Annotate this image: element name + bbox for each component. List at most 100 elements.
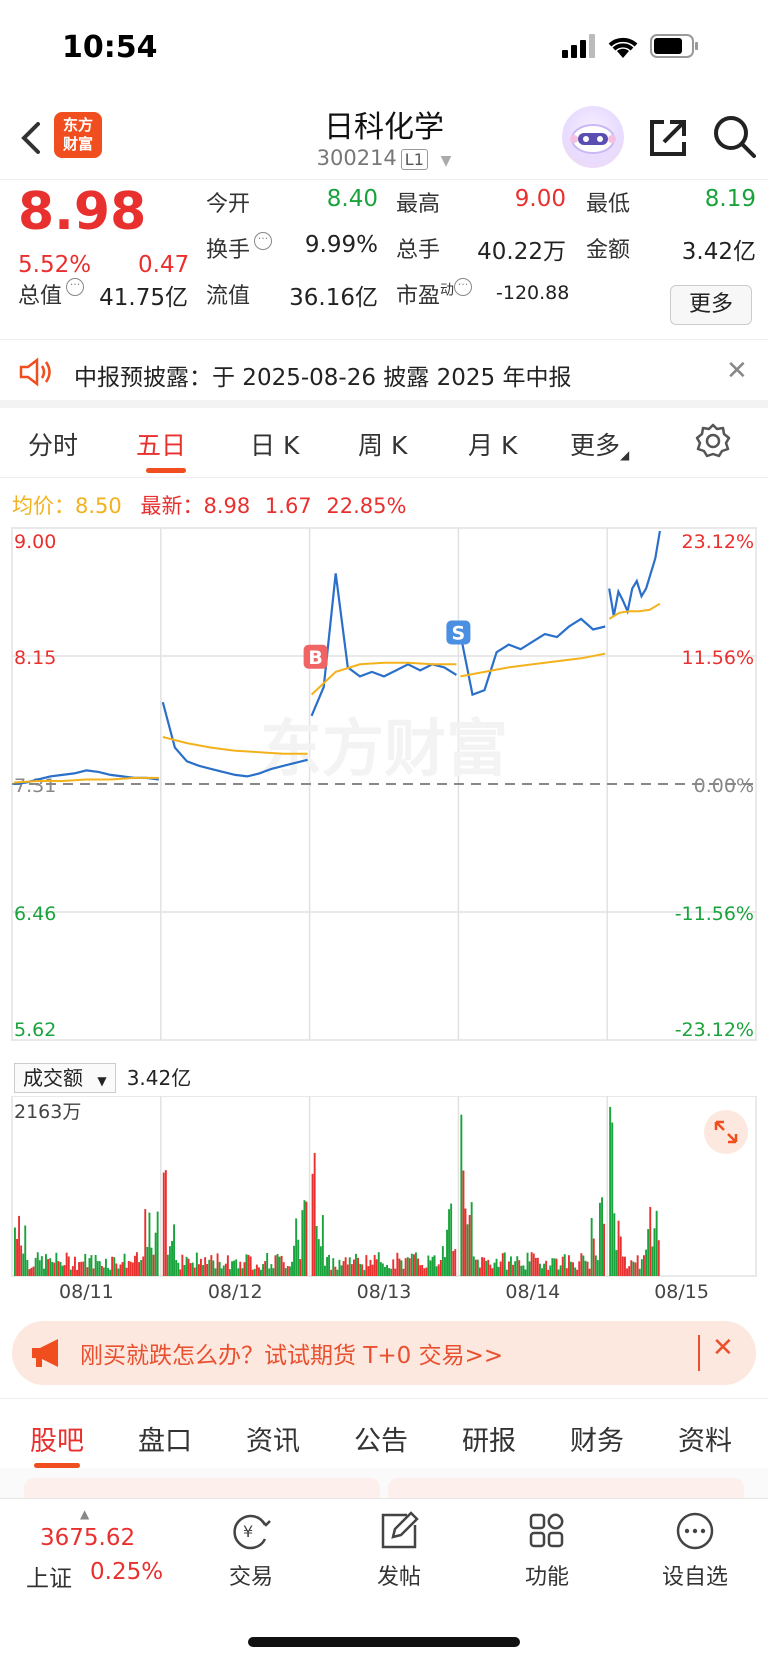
tab-announcements[interactable]: 公告 xyxy=(354,1419,408,1458)
volume-bar xyxy=(272,1268,275,1276)
volume-bar xyxy=(574,1267,577,1276)
volume-bar xyxy=(444,1257,446,1276)
nav-add-watchlist[interactable]: 设自选 xyxy=(640,1511,750,1591)
volume-bar xyxy=(28,1269,31,1276)
more-quote-button[interactable]: 更多 xyxy=(670,285,752,325)
promo-banner[interactable]: 刚买就跌怎么办？试试期货 T+0 交易>> ✕ xyxy=(12,1321,756,1385)
volume-bar xyxy=(476,1259,479,1276)
volume-bar xyxy=(601,1197,603,1276)
volume-bar xyxy=(212,1260,215,1276)
volume-bar xyxy=(96,1261,99,1276)
volume-bar xyxy=(474,1259,477,1276)
volume-bar xyxy=(386,1265,388,1276)
volume-bar xyxy=(423,1268,426,1276)
volume-bar xyxy=(485,1260,488,1276)
volume-bar xyxy=(142,1256,145,1276)
settings-gear-icon[interactable] xyxy=(694,422,732,460)
share-icon[interactable] xyxy=(644,114,692,162)
volume-bar xyxy=(233,1260,235,1276)
volume-bar xyxy=(156,1211,159,1276)
volume-bar xyxy=(55,1252,58,1276)
volume-bar xyxy=(134,1255,136,1276)
volume-bar xyxy=(534,1257,537,1276)
volume-bar xyxy=(45,1254,47,1276)
nav-functions[interactable]: 功能 xyxy=(492,1511,602,1591)
close-icon[interactable]: ✕ xyxy=(712,1333,734,1363)
volume-bar xyxy=(20,1245,23,1276)
volume-bar xyxy=(40,1256,43,1276)
volume-bar xyxy=(286,1266,289,1276)
volume-bar xyxy=(615,1250,618,1276)
chart-legend: 均价：8.50 最新：8.98 1.67 22.85% xyxy=(12,490,406,520)
volume-bar xyxy=(71,1266,74,1276)
volume-bar xyxy=(74,1256,76,1276)
volume-bar xyxy=(61,1265,64,1276)
y-tick-label-left: 6.46 xyxy=(14,903,56,925)
volume-bar xyxy=(218,1261,221,1276)
volume-bar xyxy=(450,1203,453,1276)
tab-order-book[interactable]: 盘口 xyxy=(138,1419,192,1458)
volume-bar xyxy=(136,1252,138,1276)
volume-bar xyxy=(541,1268,543,1276)
volume-bar xyxy=(653,1228,656,1276)
x-tick-label: 08/15 xyxy=(654,1281,709,1303)
notice-bar[interactable]: 中报预披露：于 2025-08-26 披露 2025 年中报 ✕ xyxy=(0,340,768,408)
edit-icon xyxy=(381,1511,419,1549)
volume-type-select[interactable]: 成交额 ▼ xyxy=(14,1063,116,1093)
info-icon[interactable]: ··· xyxy=(454,278,473,296)
volume-bar xyxy=(125,1267,128,1276)
tab-intraday[interactable]: 分时 xyxy=(28,426,78,462)
index-name[interactable]: 上证 xyxy=(26,1559,72,1593)
pe-value: -120.88 xyxy=(496,282,570,304)
volume-bar xyxy=(373,1255,376,1276)
tab-more[interactable]: 更多◢ xyxy=(570,426,629,462)
quote-panel: 8.98 5.52% 0.47 今开 8.40 最高 9.00 最低 8.19 … xyxy=(0,182,768,340)
index-value[interactable]: 3675.62 xyxy=(40,1525,135,1551)
volume-bar xyxy=(94,1255,97,1276)
volume-bar xyxy=(651,1246,654,1276)
five-day-price-chart[interactable]: 东方财富 9.00 23.12% 8.15 11.56% 7.31 0.00% 6.46 -11… xyxy=(0,520,768,1060)
sell-marker: S xyxy=(446,620,471,645)
y-tick-label-right: 11.56% xyxy=(682,647,754,669)
volume-bar xyxy=(86,1267,89,1276)
tab-five-day[interactable]: 五日 xyxy=(136,426,186,462)
speaker-icon xyxy=(19,357,51,387)
volume-bar xyxy=(657,1240,660,1276)
volume-bar xyxy=(235,1259,238,1276)
info-icon[interactable]: ··· xyxy=(254,232,273,250)
amount-label: 金额 xyxy=(586,238,631,263)
chart-tabs: 分时 五日 日 K 周 K 月 K 更多◢ xyxy=(0,408,768,478)
search-icon[interactable] xyxy=(710,112,760,162)
y-tick-label-left: 8.15 xyxy=(14,647,56,669)
nav-post[interactable]: 发帖 xyxy=(344,1511,454,1591)
volume-bar xyxy=(113,1257,116,1276)
expand-icon[interactable] xyxy=(704,1110,748,1154)
tab-news[interactable]: 资讯 xyxy=(246,1419,300,1458)
tab-guba[interactable]: 股吧 xyxy=(30,1419,84,1458)
tab-weekly-k[interactable]: 周 K xyxy=(358,426,407,462)
volume-bar xyxy=(553,1258,556,1276)
tab-daily-k[interactable]: 日 K xyxy=(250,426,299,462)
volume-bar xyxy=(284,1268,287,1276)
volume-bar xyxy=(439,1260,442,1276)
tab-profile[interactable]: 资料 xyxy=(678,1419,732,1458)
float-cap-label: 流值 xyxy=(206,284,251,309)
volume-bar xyxy=(166,1254,169,1276)
avg-price-line xyxy=(460,652,606,678)
tab-finance[interactable]: 财务 xyxy=(570,1419,624,1458)
marker-label: S xyxy=(452,623,466,645)
info-icon[interactable]: ··· xyxy=(66,278,85,296)
volume-bar xyxy=(638,1268,641,1276)
tab-research[interactable]: 研报 xyxy=(462,1419,516,1458)
volume-chart[interactable]: 2163万 08/11 08/12 08/13 08/14 08/15 xyxy=(0,1096,768,1306)
index-percent[interactable]: 0.25% xyxy=(90,1559,163,1585)
volume-bar xyxy=(84,1253,87,1276)
volume-bar xyxy=(568,1255,570,1276)
volume-bar xyxy=(80,1261,83,1276)
close-icon[interactable]: ✕ xyxy=(726,356,748,386)
volume-bar xyxy=(154,1232,157,1276)
nav-trade[interactable]: ¥ 交易 xyxy=(196,1511,306,1591)
tab-monthly-k[interactable]: 月 K xyxy=(468,426,517,462)
assistant-robot-icon[interactable] xyxy=(562,106,624,168)
volume-bar xyxy=(334,1266,337,1276)
